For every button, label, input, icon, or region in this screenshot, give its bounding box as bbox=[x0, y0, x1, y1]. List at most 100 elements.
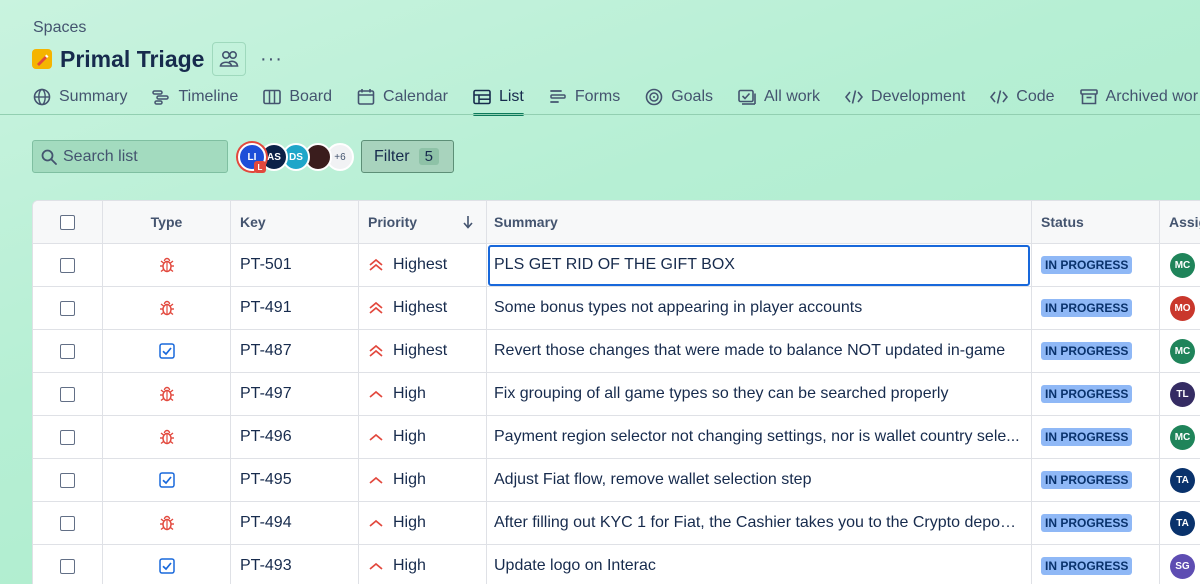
tab-archived-wor[interactable]: Archived wor bbox=[1079, 82, 1198, 112]
row-checkbox[interactable] bbox=[60, 386, 75, 402]
priority-cell[interactable]: High bbox=[359, 416, 487, 458]
table-row[interactable]: PT-487 Highest Revert those changes that w… bbox=[33, 330, 1200, 373]
table-row[interactable]: PT-494 High After filling out KYC 1 for Fi… bbox=[33, 502, 1200, 545]
space-members-button[interactable] bbox=[212, 42, 247, 76]
tab-list[interactable]: List bbox=[472, 82, 524, 116]
status-cell[interactable]: IN PROGRESS bbox=[1032, 502, 1160, 544]
summary-cell[interactable]: Adjust Fiat flow, remove wallet selectio… bbox=[487, 459, 1032, 501]
priority-cell[interactable]: High bbox=[359, 373, 487, 415]
assignee-avatar[interactable]: MO bbox=[1170, 295, 1195, 321]
tab-timeline[interactable]: Timeline bbox=[152, 82, 238, 112]
status-lozenge[interactable]: IN PROGRESS bbox=[1041, 342, 1133, 360]
assignee-cell[interactable]: MC bbox=[1160, 244, 1200, 286]
work-item-key[interactable]: PT-494 bbox=[240, 514, 292, 532]
column-header-priority[interactable]: Priority bbox=[359, 201, 487, 243]
assignee-cell[interactable]: MO bbox=[1160, 287, 1200, 329]
key-cell[interactable]: PT-495 bbox=[231, 459, 359, 501]
status-lozenge[interactable]: IN PROGRESS bbox=[1041, 557, 1133, 575]
assignee-cell[interactable]: SG bbox=[1160, 545, 1200, 584]
status-lozenge[interactable]: IN PROGRESS bbox=[1041, 385, 1133, 403]
status-cell[interactable]: IN PROGRESS bbox=[1032, 545, 1160, 584]
breadcrumb-spaces[interactable]: Spaces bbox=[33, 19, 86, 37]
assignee-cell[interactable]: TL bbox=[1160, 373, 1200, 415]
tab-development[interactable]: Development bbox=[845, 82, 965, 112]
column-header-summary[interactable]: Summary bbox=[487, 201, 1032, 243]
status-cell[interactable]: IN PROGRESS bbox=[1032, 330, 1160, 372]
sort-descending-icon[interactable] bbox=[462, 214, 474, 230]
tab-forms[interactable]: Forms bbox=[549, 82, 620, 112]
key-cell[interactable]: PT-501 bbox=[231, 244, 359, 286]
type-cell[interactable] bbox=[103, 244, 231, 286]
assignee-cell[interactable]: MC bbox=[1160, 330, 1200, 372]
tab-board[interactable]: Board bbox=[263, 82, 332, 112]
table-row[interactable]: PT-493 High Update logo on Interac IN PROGR… bbox=[33, 545, 1200, 584]
table-row[interactable]: PT-501 Highest PLS GET RID OF THE GIFT BOX… bbox=[33, 244, 1200, 287]
tab-code[interactable]: Code bbox=[990, 82, 1055, 112]
table-row[interactable]: PT-495 High Adjust Fiat flow, remove walle… bbox=[33, 459, 1200, 502]
work-item-key[interactable]: PT-493 bbox=[240, 557, 292, 575]
row-checkbox[interactable] bbox=[60, 300, 75, 316]
status-lozenge[interactable]: IN PROGRESS bbox=[1041, 299, 1133, 317]
tab-summary[interactable]: Summary bbox=[33, 82, 127, 112]
table-row[interactable]: PT-491 Highest Some bonus types not appear… bbox=[33, 287, 1200, 330]
column-header-key[interactable]: Key bbox=[231, 201, 359, 243]
work-item-key[interactable]: PT-497 bbox=[240, 385, 292, 403]
type-cell[interactable] bbox=[103, 545, 231, 584]
row-checkbox[interactable] bbox=[60, 558, 75, 574]
work-item-key[interactable]: PT-491 bbox=[240, 299, 292, 317]
table-row[interactable]: PT-496 High Payment region selector not ch… bbox=[33, 416, 1200, 459]
tab-calendar[interactable]: Calendar bbox=[357, 82, 448, 112]
status-cell[interactable]: IN PROGRESS bbox=[1032, 373, 1160, 415]
type-cell[interactable] bbox=[103, 373, 231, 415]
assignee-avatar[interactable]: MC bbox=[1170, 338, 1195, 364]
status-cell[interactable]: IN PROGRESS bbox=[1032, 459, 1160, 501]
key-cell[interactable]: PT-497 bbox=[231, 373, 359, 415]
status-cell[interactable]: IN PROGRESS bbox=[1032, 244, 1160, 286]
priority-cell[interactable]: Highest bbox=[359, 330, 487, 372]
type-cell[interactable] bbox=[103, 459, 231, 501]
row-checkbox[interactable] bbox=[60, 429, 75, 445]
work-item-key[interactable]: PT-495 bbox=[240, 471, 292, 489]
assignee-avatar[interactable]: TL bbox=[1170, 381, 1195, 407]
key-cell[interactable]: PT-487 bbox=[231, 330, 359, 372]
column-header-type[interactable]: Type bbox=[103, 201, 231, 243]
priority-cell[interactable]: High bbox=[359, 502, 487, 544]
priority-cell[interactable]: High bbox=[359, 459, 487, 501]
type-cell[interactable] bbox=[103, 416, 231, 458]
key-cell[interactable]: PT-494 bbox=[231, 502, 359, 544]
summary-cell[interactable]: Revert those changes that were made to b… bbox=[487, 330, 1032, 372]
assignee-avatar[interactable]: MC bbox=[1170, 424, 1195, 450]
type-cell[interactable] bbox=[103, 287, 231, 329]
priority-cell[interactable]: High bbox=[359, 545, 487, 584]
summary-cell[interactable]: After filling out KYC 1 for Fiat, the Ca… bbox=[487, 502, 1032, 544]
assignee-avatar[interactable]: SG bbox=[1170, 553, 1195, 579]
row-checkbox[interactable] bbox=[60, 343, 75, 359]
status-cell[interactable]: IN PROGRESS bbox=[1032, 416, 1160, 458]
type-cell[interactable] bbox=[103, 330, 231, 372]
row-checkbox[interactable] bbox=[60, 515, 75, 531]
tab-goals[interactable]: Goals bbox=[645, 82, 713, 112]
column-header-assignee[interactable]: Assig bbox=[1160, 201, 1200, 243]
status-cell[interactable]: IN PROGRESS bbox=[1032, 287, 1160, 329]
key-cell[interactable]: PT-491 bbox=[231, 287, 359, 329]
assignee-avatar[interactable]: TA bbox=[1170, 510, 1195, 536]
row-checkbox[interactable] bbox=[60, 257, 75, 273]
assignee-cell[interactable]: TA bbox=[1160, 459, 1200, 501]
tab-all-work[interactable]: All work bbox=[738, 82, 820, 112]
key-cell[interactable]: PT-496 bbox=[231, 416, 359, 458]
work-item-key[interactable]: PT-501 bbox=[240, 256, 292, 274]
search-input[interactable]: Search list bbox=[32, 140, 228, 173]
summary-cell[interactable]: Some bonus types not appearing in player… bbox=[487, 287, 1032, 329]
assignee-cell[interactable]: MC bbox=[1160, 416, 1200, 458]
table-row[interactable]: PT-497 High Fix grouping of all game types… bbox=[33, 373, 1200, 416]
filter-button[interactable]: Filter 5 bbox=[361, 140, 454, 173]
assignee-avatar[interactable]: MC bbox=[1170, 252, 1195, 278]
key-cell[interactable]: PT-493 bbox=[231, 545, 359, 584]
status-lozenge[interactable]: IN PROGRESS bbox=[1041, 256, 1133, 274]
row-checkbox[interactable] bbox=[60, 472, 75, 488]
assignee-avatar[interactable]: LI L bbox=[238, 143, 266, 173]
status-lozenge[interactable]: IN PROGRESS bbox=[1041, 428, 1133, 446]
summary-cell[interactable]: Payment region selector not changing set… bbox=[487, 416, 1032, 458]
assignee-cell[interactable]: TA bbox=[1160, 502, 1200, 544]
summary-cell[interactable]: PLS GET RID OF THE GIFT BOX bbox=[487, 244, 1032, 286]
